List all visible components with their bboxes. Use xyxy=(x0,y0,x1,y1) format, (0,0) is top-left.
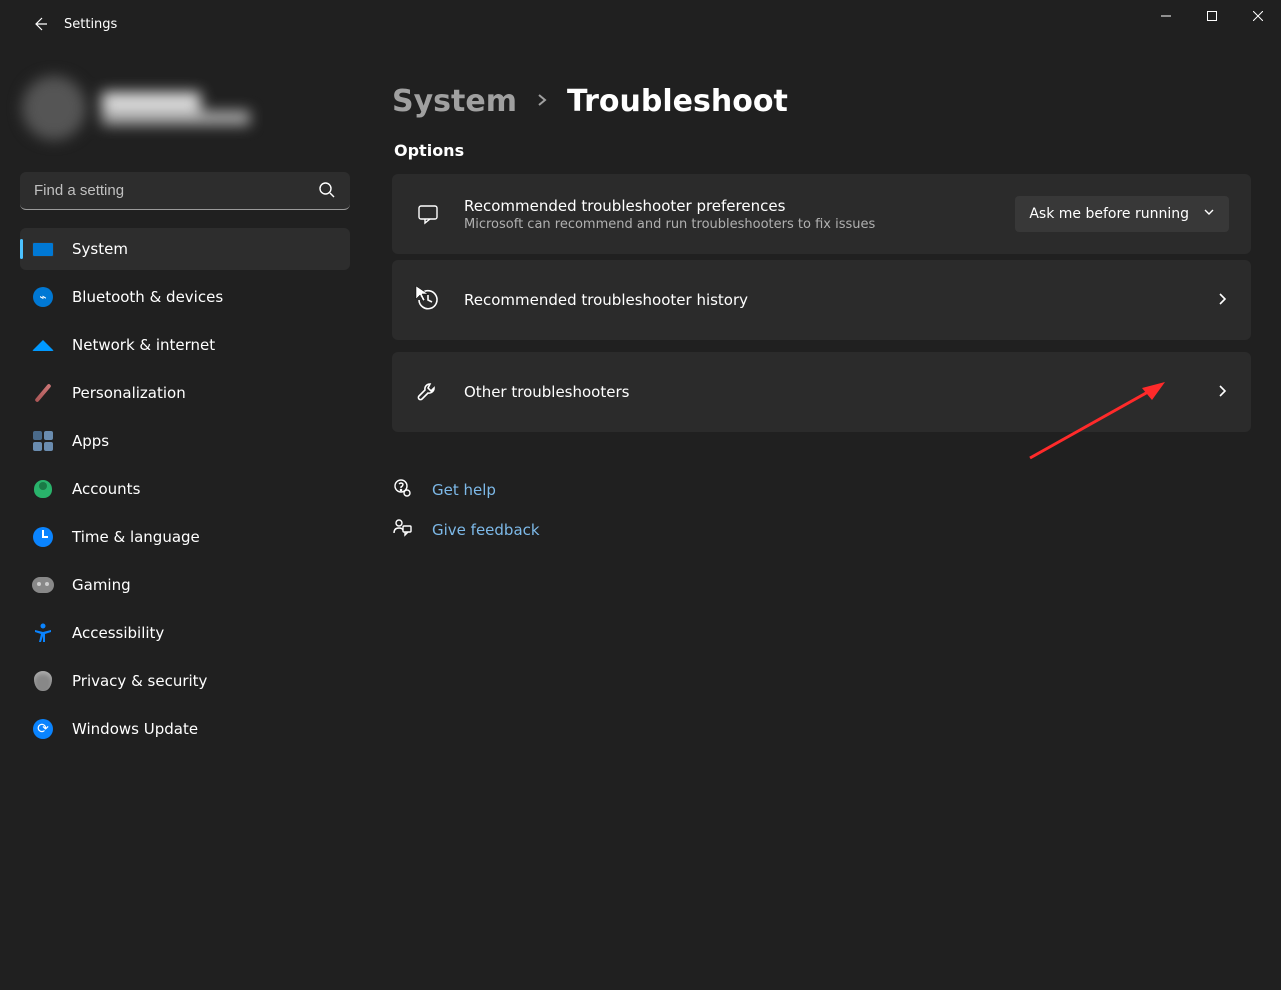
sidebar-item-label: Apps xyxy=(72,432,109,450)
sidebar-item-label: Accessibility xyxy=(72,624,164,642)
get-help-link[interactable]: Get help xyxy=(392,478,1251,502)
sidebar-item-label: Windows Update xyxy=(72,720,198,738)
back-button[interactable] xyxy=(20,4,60,44)
dropdown-value: Ask me before running xyxy=(1029,206,1189,222)
network-icon xyxy=(32,334,54,356)
sidebar-item-time[interactable]: Time & language xyxy=(20,516,350,558)
sidebar-item-label: Personalization xyxy=(72,384,186,402)
sidebar-item-privacy[interactable]: Privacy & security xyxy=(20,660,350,702)
minimize-button[interactable] xyxy=(1143,0,1189,32)
wrench-icon xyxy=(414,378,442,406)
chevron-down-icon xyxy=(1203,206,1215,222)
card-troubleshooter-preferences[interactable]: Recommended troubleshooter preferences M… xyxy=(392,174,1251,254)
update-icon: ⟳ xyxy=(32,718,54,740)
avatar xyxy=(22,76,86,140)
chat-icon xyxy=(414,200,442,228)
sidebar-item-label: Privacy & security xyxy=(72,672,207,690)
card-title: Other troubleshooters xyxy=(464,383,1193,401)
help-label: Give feedback xyxy=(432,521,540,539)
sidebar-item-network[interactable]: Network & internet xyxy=(20,324,350,366)
profile-card[interactable]: ████████ ████████████████ xyxy=(14,58,356,158)
maximize-button[interactable] xyxy=(1189,0,1235,32)
card-troubleshooter-history[interactable]: Recommended troubleshooter history xyxy=(392,260,1251,340)
sidebar-item-label: Network & internet xyxy=(72,336,215,354)
apps-icon xyxy=(32,430,54,452)
sidebar-item-label: System xyxy=(72,240,128,258)
sidebar-item-label: Gaming xyxy=(72,576,131,594)
chevron-right-icon xyxy=(1215,383,1229,402)
chevron-right-icon xyxy=(535,92,549,111)
bluetooth-icon: ⌁ xyxy=(32,286,54,308)
page-title: Troubleshoot xyxy=(567,84,788,119)
accounts-icon xyxy=(32,478,54,500)
sidebar-item-accounts[interactable]: Accounts xyxy=(20,468,350,510)
card-title: Recommended troubleshooter preferences xyxy=(464,197,993,215)
personalization-icon xyxy=(32,382,54,404)
search-input[interactable] xyxy=(20,172,350,210)
search-icon xyxy=(318,181,336,203)
close-button[interactable] xyxy=(1235,0,1281,32)
system-icon xyxy=(32,238,54,260)
sidebar-item-personalization[interactable]: Personalization xyxy=(20,372,350,414)
sidebar-item-label: Bluetooth & devices xyxy=(72,288,223,306)
profile-name: ████████ xyxy=(102,92,250,111)
card-subtitle: Microsoft can recommend and run troubles… xyxy=(464,217,993,232)
sidebar-item-bluetooth[interactable]: ⌁ Bluetooth & devices xyxy=(20,276,350,318)
sidebar-item-label: Time & language xyxy=(72,528,200,546)
history-icon xyxy=(414,286,442,314)
app-title: Settings xyxy=(64,17,117,32)
help-icon xyxy=(392,478,412,502)
preferences-dropdown[interactable]: Ask me before running xyxy=(1015,196,1229,232)
accessibility-icon xyxy=(32,622,54,644)
section-title: Options xyxy=(394,141,1251,160)
sidebar-item-gaming[interactable]: Gaming xyxy=(20,564,350,606)
sidebar-item-apps[interactable]: Apps xyxy=(20,420,350,462)
sidebar-item-label: Accounts xyxy=(72,480,140,498)
help-label: Get help xyxy=(432,481,496,499)
sidebar-item-accessibility[interactable]: Accessibility xyxy=(20,612,350,654)
gaming-icon xyxy=(32,574,54,596)
feedback-icon xyxy=(392,518,412,542)
privacy-icon xyxy=(32,670,54,692)
breadcrumb-parent[interactable]: System xyxy=(392,84,517,119)
feedback-link[interactable]: Give feedback xyxy=(392,518,1251,542)
chevron-right-icon xyxy=(1215,291,1229,310)
sidebar-item-system[interactable]: System xyxy=(20,228,350,270)
breadcrumb: System Troubleshoot xyxy=(392,84,1251,119)
time-icon xyxy=(32,526,54,548)
sidebar-item-update[interactable]: ⟳ Windows Update xyxy=(20,708,350,750)
card-title: Recommended troubleshooter history xyxy=(464,291,1193,309)
profile-email: ████████████████ xyxy=(102,111,250,125)
card-other-troubleshooters[interactable]: Other troubleshooters xyxy=(392,352,1251,432)
